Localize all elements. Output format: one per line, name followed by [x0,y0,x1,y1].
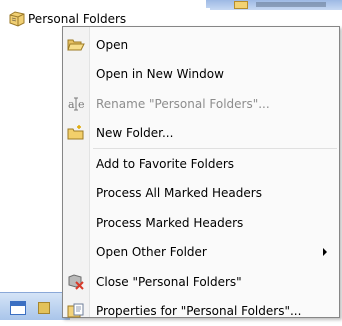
navigation-pane-strip [0,30,62,292]
background-window-header [206,0,342,10]
rename-icon: a e [67,95,85,113]
close-folder-icon [67,273,85,291]
menu-item-close-personal-folders[interactable]: Close "Personal Folders" [63,267,339,297]
menu-item-label: New Folder... [96,126,173,140]
menu-item-label: Open [96,38,128,52]
menu-item-label: Add to Favorite Folders [96,157,234,171]
menu-item-open-in-new-window[interactable]: Open in New Window [63,60,339,90]
properties-icon [67,302,85,320]
svg-text:a: a [68,98,75,111]
menu-item-open-other-folder[interactable]: Open Other Folder [63,238,339,268]
new-folder-icon [67,124,85,142]
personal-folders-icon [8,11,26,27]
menu-item-open[interactable]: Open [63,30,339,60]
shortcut-icon[interactable] [38,302,50,314]
menu-item-rename: a e Rename "Personal Folders"... [63,89,339,119]
menu-item-new-folder[interactable]: New Folder... [63,119,339,149]
menu-item-label: Process Marked Headers [96,216,243,230]
menu-item-properties[interactable]: Properties for "Personal Folders"... [63,297,339,326]
menu-item-label: Open Other Folder [96,245,207,259]
menu-list: Open Open in New Window a e Rename "Pers… [63,30,339,326]
menu-item-label: Close "Personal Folders" [96,275,242,289]
calendar-icon[interactable] [10,301,26,315]
folder-icon [234,1,248,9]
open-folder-icon [67,36,85,54]
navigation-bottom-bar [0,292,70,320]
menu-item-process-marked-headers[interactable]: Process Marked Headers [63,208,339,238]
menu-item-label: Rename "Personal Folders"... [96,97,270,111]
menu-item-label: Process All Marked Headers [96,186,262,200]
submenu-arrow-icon [323,248,327,256]
context-menu: Open Open in New Window a e Rename "Pers… [62,26,340,318]
menu-item-process-all-marked-headers[interactable]: Process All Marked Headers [63,179,339,209]
obscured-header-text [256,2,326,7]
menu-item-label: Open in New Window [96,67,224,81]
svg-text:e: e [78,98,85,111]
menu-item-label: Properties for "Personal Folders"... [96,304,301,318]
tree-item-label: Personal Folders [28,12,126,26]
menu-item-add-to-favorite-folders[interactable]: Add to Favorite Folders [63,149,339,179]
